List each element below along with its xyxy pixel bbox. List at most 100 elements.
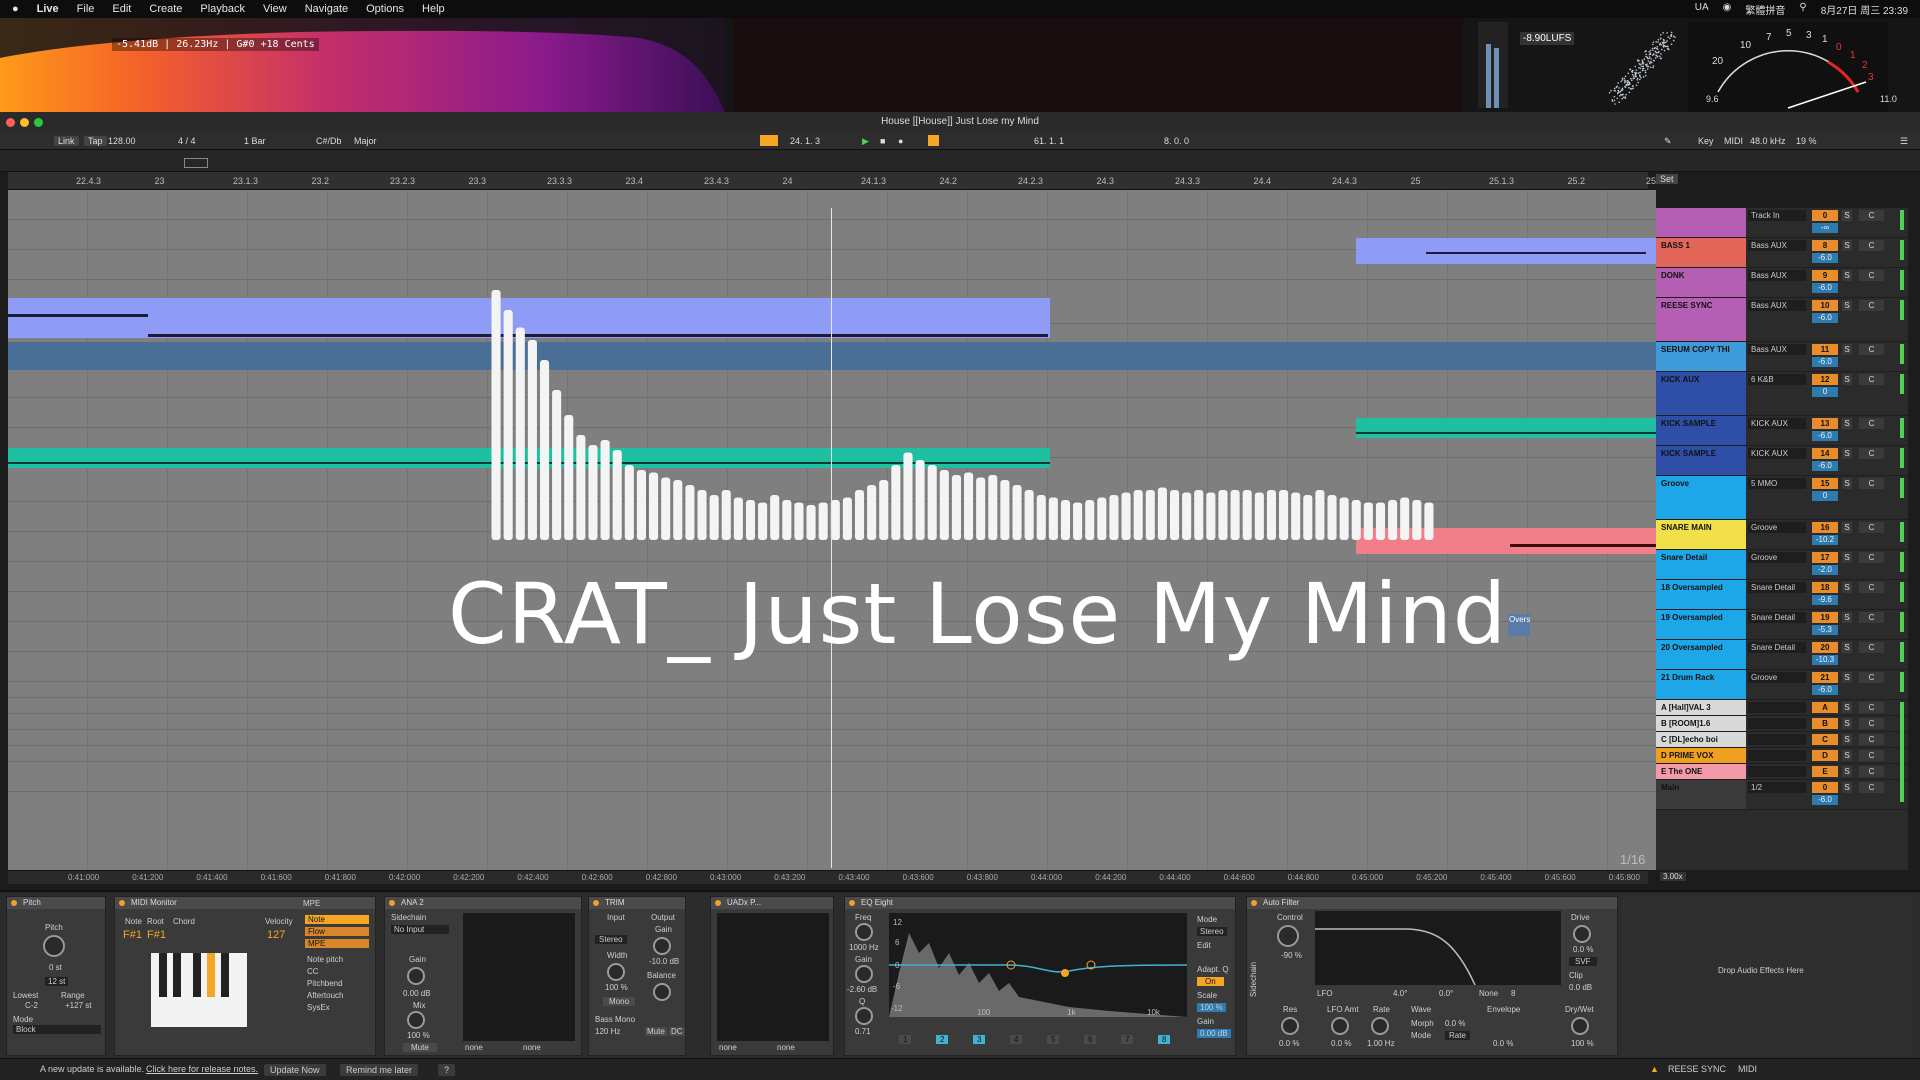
device-title[interactable]: MIDI Monitor xyxy=(115,897,375,909)
track-name[interactable]: KICK AUX xyxy=(1656,372,1746,415)
track-name[interactable]: 21 Drum Rack xyxy=(1656,670,1746,699)
track-header[interactable]: KICK SAMPLE KICK AUX 14 -6.0 S C xyxy=(1656,446,1908,476)
pan-control[interactable]: C xyxy=(1859,612,1884,623)
track-activator[interactable]: 8 xyxy=(1812,240,1838,251)
track-activator[interactable]: 14 xyxy=(1812,448,1838,459)
device-auto-filter[interactable]: Auto Filter Sidechain Control -90 % Driv… xyxy=(1246,896,1618,1056)
track-activator[interactable]: 13 xyxy=(1812,418,1838,429)
solo-button[interactable]: S xyxy=(1842,344,1852,355)
pencil-icon[interactable]: ✎ xyxy=(1664,136,1672,147)
track-header[interactable]: D PRIME VOX D S C xyxy=(1656,748,1908,770)
menu-options[interactable]: Options xyxy=(366,3,404,15)
track-volume[interactable]: -10.3 xyxy=(1812,655,1838,665)
loop-length[interactable]: 8. 0. 0 xyxy=(1164,136,1189,146)
solo-button[interactable]: S xyxy=(1842,718,1852,729)
view-flow-button[interactable]: Flow xyxy=(305,927,369,936)
track-io-select[interactable]: Snare Detail xyxy=(1748,642,1806,653)
device-trim[interactable]: TRIM Input Output Stereo Gain -10.0 dB W… xyxy=(588,896,686,1056)
morph-value[interactable]: 0.0 % xyxy=(1445,1019,1465,1028)
track-volume[interactable]: -10.2 xyxy=(1812,535,1838,545)
track-io-select[interactable]: Bass AUX xyxy=(1748,344,1806,355)
track-volume[interactable]: -∞ xyxy=(1812,223,1838,233)
track-lane[interactable] xyxy=(8,762,1656,792)
track-io-select[interactable] xyxy=(1748,766,1806,777)
quantize-menu[interactable]: 1 Bar xyxy=(244,136,266,146)
track-header[interactable]: DONK Bass AUX 9 -6.0 S C xyxy=(1656,268,1908,298)
track-volume[interactable]: -6.0 xyxy=(1812,461,1838,471)
track-io-select[interactable]: 5 MMO xyxy=(1748,478,1806,489)
track-header[interactable]: C [DL]echo boi C S C xyxy=(1656,732,1908,754)
link-button[interactable]: Link xyxy=(54,136,79,146)
follow-button[interactable] xyxy=(760,135,778,146)
solo-button[interactable]: S xyxy=(1842,782,1852,793)
track-activator[interactable]: B xyxy=(1812,718,1838,729)
track-volume[interactable]: -6.0 xyxy=(1812,431,1838,441)
pan-control[interactable]: C xyxy=(1859,718,1884,729)
track-header[interactable]: Track In 0 -∞ S C xyxy=(1656,208,1908,238)
track-name[interactable] xyxy=(1656,208,1746,237)
track-header[interactable]: Snare Detail Groove 17 -2.0 S C xyxy=(1656,550,1908,580)
pan-control[interactable]: C xyxy=(1859,782,1884,793)
range-field[interactable]: +127 st xyxy=(65,1001,91,1010)
pan-control[interactable]: C xyxy=(1859,448,1884,459)
midi-map-button[interactable]: MIDI xyxy=(1724,136,1743,146)
set-button[interactable]: Set xyxy=(1656,174,1678,184)
solo-button[interactable]: S xyxy=(1842,522,1852,533)
mode-select[interactable]: Block xyxy=(13,1025,101,1034)
ana-select-1[interactable]: none xyxy=(465,1043,483,1052)
device-title[interactable]: TRIM xyxy=(589,897,685,909)
menu-icon[interactable]: ☰ xyxy=(1900,136,1908,147)
track-io-select[interactable] xyxy=(1748,702,1806,713)
solo-button[interactable]: S xyxy=(1842,582,1852,593)
sidechain-label[interactable]: Sidechain xyxy=(1249,962,1258,997)
eq-band-toggle[interactable]: 5 xyxy=(1047,1035,1060,1044)
rate-knob[interactable] xyxy=(1371,1017,1389,1035)
track-name[interactable]: Main xyxy=(1656,780,1746,809)
lfo-phase[interactable]: 4.0° xyxy=(1393,989,1407,998)
track-activator[interactable]: 17 xyxy=(1812,552,1838,563)
release-notes-link[interactable]: Click here for release notes. xyxy=(146,1064,258,1074)
track-activator[interactable]: 18 xyxy=(1812,582,1838,593)
uadx-select-1[interactable]: none xyxy=(719,1043,737,1052)
track-activator[interactable]: 10 xyxy=(1812,300,1838,311)
freq-knob[interactable] xyxy=(855,923,873,941)
remind-later-button[interactable]: Remind me later xyxy=(340,1064,419,1076)
menu-file[interactable]: File xyxy=(77,3,95,15)
scale-select[interactable]: Major xyxy=(354,136,377,146)
solo-button[interactable]: S xyxy=(1842,612,1852,623)
eq-band-toggle[interactable]: 1 xyxy=(899,1035,912,1044)
track-io-select[interactable]: Bass AUX xyxy=(1748,240,1806,251)
track-name[interactable]: A [Hall]VAL 3 xyxy=(1656,700,1746,715)
clip-bass[interactable] xyxy=(1356,238,1656,264)
zoom-window-button[interactable] xyxy=(34,118,43,127)
scale-field[interactable]: 100 % xyxy=(1197,1003,1226,1012)
adapt-q-toggle[interactable]: On xyxy=(1197,977,1224,986)
tempo-field[interactable]: 128.00 xyxy=(108,136,136,146)
track-io-select[interactable] xyxy=(1748,718,1806,729)
track-io-select[interactable]: Snare Detail xyxy=(1748,582,1806,593)
stop-icon[interactable]: ■ xyxy=(880,136,885,146)
solo-button[interactable]: S xyxy=(1842,734,1852,745)
mix-knob[interactable] xyxy=(407,1011,425,1029)
track-lane[interactable] xyxy=(8,746,1656,762)
track-volume[interactable]: -2.0 xyxy=(1812,565,1838,575)
mono-button[interactable]: Mono xyxy=(603,997,636,1006)
pan-control[interactable]: C xyxy=(1859,766,1884,777)
track-header[interactable]: 19 Oversampled Snare Detail 19 -5.3 S C xyxy=(1656,610,1908,640)
sidechain-input-select[interactable]: No Input xyxy=(391,925,449,934)
track-activator[interactable]: 0 xyxy=(1812,782,1838,793)
track-volume[interactable]: -9.6 xyxy=(1812,595,1838,605)
track-activator[interactable]: 20 xyxy=(1812,642,1838,653)
device-eq-eight[interactable]: EQ Eight Freq 1000 Hz Gain -2.60 dB Q 0.… xyxy=(844,896,1236,1056)
dc-button[interactable]: DC xyxy=(669,1027,685,1036)
drive-knob[interactable] xyxy=(1573,925,1591,943)
input-method[interactable]: 繁體拼音 xyxy=(1745,2,1785,17)
track-io-select[interactable]: Snare Detail xyxy=(1748,612,1806,623)
eq-display[interactable]: 12 6 0 -6 -12 100 1k 10k xyxy=(889,913,1188,1017)
gain-knob[interactable] xyxy=(407,967,425,985)
track-name[interactable]: 20 Oversampled xyxy=(1656,640,1746,669)
filter-display[interactable] xyxy=(1315,911,1561,986)
device-ana2[interactable]: ANA 2 Sidechain No Input Gain 0.00 dB Mi… xyxy=(384,896,582,1056)
solo-button[interactable]: S xyxy=(1842,210,1852,221)
track-io-select[interactable]: Groove xyxy=(1748,672,1806,683)
